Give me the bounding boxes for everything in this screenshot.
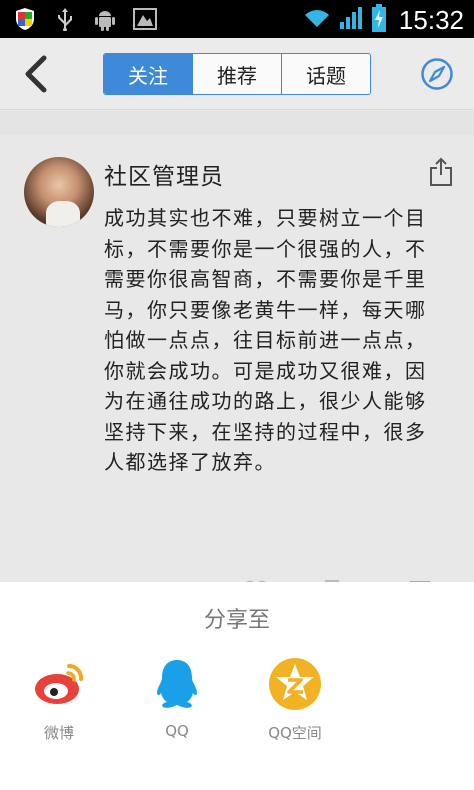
status-bar: 15:32 (0, 0, 474, 38)
post-card[interactable]: 社区管理员 成功其实也不难，只要树立一个目标，不需要你是一个很强的人，不需要你很… (0, 135, 474, 595)
clock: 15:32 (398, 4, 464, 35)
share-button[interactable] (428, 157, 454, 187)
android-icon (92, 6, 118, 32)
divider-band (0, 111, 474, 135)
back-button[interactable] (18, 54, 52, 94)
share-option-label: 微博 (43, 724, 74, 742)
share-option-qq[interactable]: QQ (122, 656, 232, 740)
tab-topics[interactable]: 话题 (281, 54, 370, 94)
tab-follow[interactable]: 关注 (104, 54, 192, 94)
share-option-qzone[interactable]: QQ空间 (240, 656, 350, 743)
share-option-label: QQ空间 (268, 724, 322, 742)
compass-icon (421, 58, 453, 90)
share-sheet: 分享至 微博 QQ QQ空间 (0, 582, 474, 790)
signal-icon (339, 6, 363, 34)
post-author[interactable]: 社区管理员 (104, 157, 224, 191)
share-option-label: QQ (165, 722, 189, 740)
battery-charging-icon (371, 4, 387, 36)
tab-recommend[interactable]: 推荐 (192, 54, 281, 94)
post-body: 成功其实也不难，只要树立一个目标，不需要你是一个很强的人，不需要你很高智商，不需… (104, 206, 427, 474)
share-option-weibo[interactable]: 微博 (4, 656, 114, 743)
top-header: 关注 推荐 话题 (0, 38, 474, 110)
feed-segmented-control: 关注 推荐 话题 (103, 53, 371, 95)
shield-icon (12, 6, 38, 32)
avatar[interactable] (24, 157, 94, 227)
weibo-icon (31, 656, 87, 712)
share-icon (430, 157, 452, 186)
share-sheet-title: 分享至 (203, 608, 270, 633)
wifi-icon (303, 7, 331, 33)
back-arrow-icon (25, 55, 47, 93)
image-icon (132, 6, 158, 32)
usb-icon (52, 6, 78, 32)
discover-button[interactable] (420, 57, 454, 91)
qq-icon (149, 656, 205, 712)
qzone-icon (267, 656, 323, 712)
